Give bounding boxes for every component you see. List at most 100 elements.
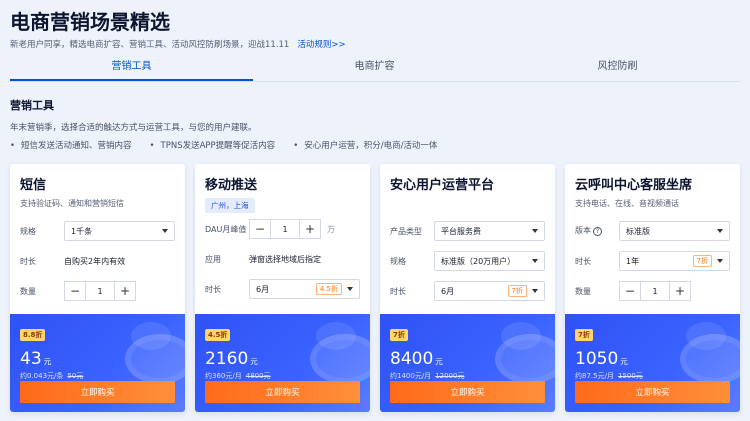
category-tabs: 营销工具 电商扩容 风控防刷 [10,58,740,82]
price-panel: 4.5折 2160 元 约360元/月 4800元 立即购买 [195,314,370,412]
product-cards: 短信 支持验证码、通知和营销短信 规格 1千条 时长 自购买2年内有效 数量 −… [10,164,740,412]
duration-discount: 7折 [507,285,527,297]
chevron-down-icon [532,259,538,263]
bullet-item: 短信发送活动通知、营销内容 [10,139,132,151]
chevron-down-icon [162,229,168,233]
type-label: 产品类型 [390,226,422,236]
card-call-center: 云呼叫中心客服坐席 支持电话、在线、音视频通话 版本? 标准版 时长 1年 7折… [565,164,740,412]
price-amount: 8400 [390,349,434,369]
duration-label: 时长 [20,256,36,266]
buy-now-button[interactable]: 立即购买 [20,381,175,403]
spec-value: 1千条 [71,226,93,236]
price-unit: 元 [620,357,628,366]
region-tag: 广州，上海 [205,198,255,213]
card-sms: 短信 支持验证码、通知和营销短信 规格 1千条 时长 自购买2年内有效 数量 −… [10,164,185,412]
app-label: 应用 [205,254,221,264]
spec-select[interactable]: 标准版（20万用户） [434,251,545,271]
price: 43 元 [20,349,175,369]
card-title: 云呼叫中心客服坐席 [575,178,693,193]
discount-badge: 7折 [575,329,593,341]
price-panel: 7折 1050 元 约87.5元/月 1500元 立即购买 [565,314,740,412]
spec-select[interactable]: 1千条 [64,221,175,241]
plus-button[interactable]: + [114,281,136,301]
duration-select[interactable]: 6月 4.5折 [249,279,360,299]
card-title: 安心用户运营平台 [390,178,495,193]
chevron-down-icon [717,259,723,263]
activity-rules-link[interactable]: 活动规则>> [297,40,345,50]
original-price: 1500元 [617,372,643,380]
tab-risk-control[interactable]: 风控防刷 [496,58,739,81]
original-price: 4800元 [245,372,271,380]
qty-label: 数量 [20,286,36,296]
price-note: 约87.5元/月 1500元 [575,371,730,381]
buy-now-button[interactable]: 立即购买 [575,381,730,403]
discount-badge: 8.8折 [20,329,46,341]
card-title: 移动推送 [205,178,258,193]
buy-now-button[interactable]: 立即购买 [390,381,545,403]
unit-price: 约1400元/月 [390,372,432,380]
price-note: 约360元/月 4800元 [205,371,360,381]
quantity-stepper: − 1 + [64,281,136,301]
minus-button[interactable]: − [64,281,86,301]
plus-button[interactable]: + [669,281,691,301]
price-amount: 1050 [575,349,619,369]
minus-button[interactable]: − [619,281,641,301]
quantity-value[interactable]: 1 [641,281,669,301]
duration-value: 6月 [256,284,270,294]
version-value: 标准版 [626,226,650,236]
qty-label: 数量 [575,286,591,296]
spec-label: 规格 [20,226,36,236]
duration-label: 时长 [575,256,591,266]
duration-value: 1年 [626,256,640,266]
type-select[interactable]: 平台服务费 [434,221,545,241]
price-panel: 7折 8400 元 约1400元/月 12000元 立即购买 [380,314,555,412]
minus-button[interactable]: − [249,219,271,239]
tab-ecommerce-expansion[interactable]: 电商扩容 [253,58,496,81]
chevron-down-icon [532,289,538,293]
price-amount: 2160 [205,349,249,369]
price-note: 约0.043元/条 50元 [20,371,175,381]
card-desc: 支持验证码、通知和营销短信 [20,199,124,208]
price: 8400 元 [390,349,545,369]
card-desc: 支持电话、在线、音视频通话 [575,199,679,208]
duration-discount: 4.5折 [315,283,342,295]
version-select[interactable]: 标准版 [619,221,730,241]
plus-button[interactable]: + [299,219,321,239]
duration-select[interactable]: 1年 7折 [619,251,730,271]
quantity-stepper: − 1 + [619,281,691,301]
chevron-down-icon [347,287,353,291]
feature-bullets: 短信发送活动通知、营销内容 TPNS发送APP提醒等促活内容 安心用户运营，积分… [10,139,437,151]
dau-value[interactable]: 1 [271,219,299,239]
unit-price: 约87.5元/月 [575,372,614,380]
duration-label: 时长 [390,286,406,296]
card-mobile-push: 移动推送 广州，上海 DAU月峰值 − 1 + 万 应用 弹窗选择地域后指定 时… [195,164,370,412]
discount-badge: 4.5折 [205,329,231,341]
section-desc: 年末营销季，选择合适的触达方式与运营工具，与您的用户建联。 [10,123,257,133]
spec-label: 规格 [390,256,406,266]
price-note: 约1400元/月 12000元 [390,371,545,381]
original-price: 12000元 [435,372,465,380]
unit-price: 约0.043元/条 [20,372,64,380]
version-label-text: 版本 [575,226,591,235]
bullet-item: 安心用户运营，积分/电商/活动一体 [293,139,437,151]
unit-price: 约360元/月 [205,372,242,380]
help-icon[interactable]: ? [593,227,602,236]
card-title: 短信 [20,178,47,193]
bullet-item: TPNS发送APP提醒等促活内容 [150,139,276,151]
type-value: 平台服务费 [441,226,481,236]
buy-now-button[interactable]: 立即购买 [205,381,360,403]
price-unit: 元 [250,357,258,366]
price-amount: 43 [20,349,42,369]
page-subtitle: 新老用户同享，精选电商扩容、营销工具、活动风控防刷场景，迎战11.11 活动规则>… [10,38,346,50]
duration-select[interactable]: 6月 7折 [434,281,545,301]
duration-discount: 7折 [692,255,712,267]
chevron-down-icon [717,229,723,233]
tab-marketing-tools[interactable]: 营销工具 [10,58,253,81]
card-user-ops-platform: 安心用户运营平台 产品类型 平台服务费 规格 标准版（20万用户） 时长 6月 [380,164,555,412]
app-value: 弹窗选择地域后指定 [249,254,321,264]
price: 1050 元 [575,349,730,369]
price: 2160 元 [205,349,360,369]
original-price: 50元 [67,372,84,380]
duration-value: 自购买2年内有效 [64,256,126,266]
quantity-value[interactable]: 1 [86,281,114,301]
